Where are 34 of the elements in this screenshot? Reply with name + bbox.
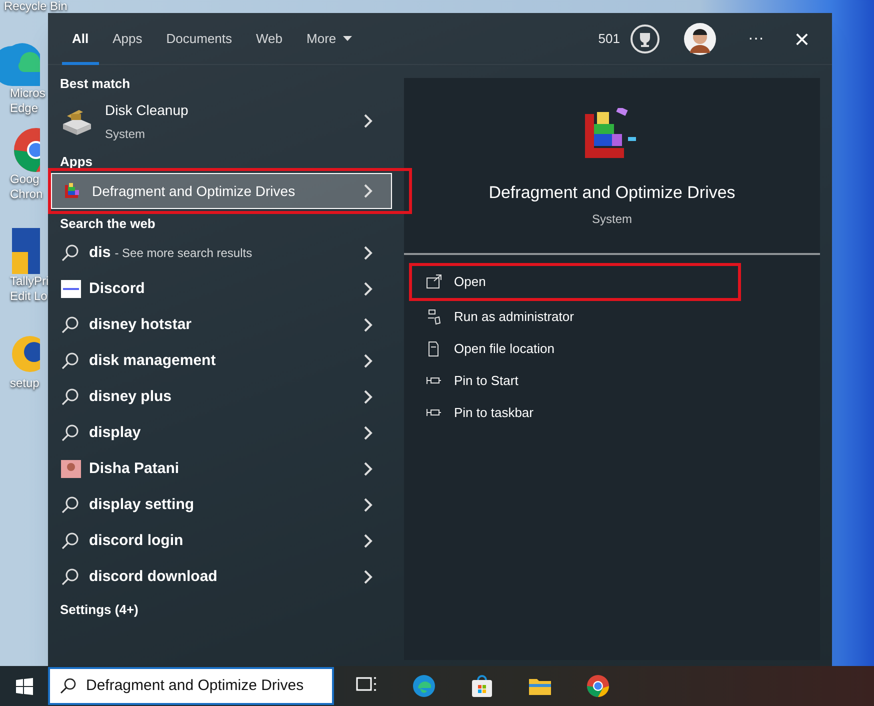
result-item[interactable]: discord download [48, 559, 392, 595]
app-category: System [592, 210, 632, 228]
action-item[interactable]: Open [412, 266, 738, 298]
result-item[interactable]: display setting [48, 487, 392, 523]
close-button[interactable]: × [790, 26, 814, 52]
result-item[interactable]: Disk Cleanup System [48, 95, 392, 147]
section-heading: Best match [59, 75, 132, 94]
result-item[interactable]: Discord [48, 271, 392, 307]
result-item[interactable]: dis - See more search results [48, 235, 392, 271]
action-item[interactable]: Pin to Start [404, 365, 820, 397]
result-item[interactable]: Disha Patani [48, 451, 392, 487]
tab[interactable]: All [60, 13, 101, 64]
item-category: System [105, 126, 146, 142]
result-item[interactable]: discord login [48, 523, 392, 559]
section-heading: Search the web [59, 215, 156, 234]
tab[interactable]: Documents [154, 13, 244, 64]
result-item[interactable]: disney plus [48, 379, 392, 415]
more-options-button[interactable]: ··· [744, 26, 768, 50]
points-count: 501 [598, 30, 620, 48]
result-item[interactable]: display [48, 415, 392, 451]
app-title: Defragment and Optimize Drives [488, 182, 736, 204]
result-item[interactable]: disk management [48, 343, 392, 379]
section-heading: Settings (4+) [59, 601, 140, 620]
tab[interactable]: Web [244, 13, 295, 64]
result-item[interactable]: disney hotstar [48, 307, 392, 343]
action-item[interactable]: Open file location [404, 333, 820, 365]
search-hint: - See more search results [114, 244, 252, 262]
action-item[interactable]: Run as administrator [404, 301, 820, 333]
tab[interactable]: Apps [100, 13, 154, 64]
taskbar-search-field[interactable]: Defragment and Optimize Drives [48, 667, 334, 705]
tab[interactable]: More [294, 13, 366, 64]
action-item[interactable]: Pin to taskbar [404, 397, 820, 429]
result-item[interactable]: Defragment and Optimize Drives [51, 173, 392, 209]
section-heading: Apps [59, 153, 94, 172]
